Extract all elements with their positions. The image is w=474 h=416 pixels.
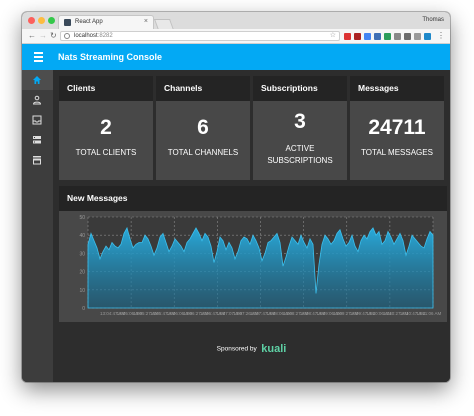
new-messages-chart: 5040302010013:04:47 AM13:05:06 AM13:05:2…: [79, 215, 441, 316]
info-icon[interactable]: [64, 33, 70, 39]
tab-close-icon[interactable]: ×: [144, 17, 148, 27]
card-value: 24711: [368, 116, 426, 139]
browser-window: React App × Thomas ← → ↻ localhost:8282 …: [22, 12, 450, 382]
url-port: :8282: [97, 33, 113, 39]
maximize-window-button[interactable]: [48, 17, 55, 24]
storage-icon: [33, 136, 41, 144]
card-header: Subscriptions: [253, 76, 347, 101]
main-content: Clients 2 TOTAL CLIENTS Channels 6 TOTAL…: [53, 70, 450, 382]
new-messages-panel: New Messages 50 40 30 20 10 0 13:04:47 AM 13:05…: [59, 186, 447, 322]
person-icon: [32, 95, 42, 105]
sidebar-item-server[interactable]: [22, 150, 53, 170]
browser-tab[interactable]: React App ×: [58, 15, 154, 29]
extension-icon[interactable]: [414, 33, 421, 40]
url-text: localhost:8282: [74, 32, 113, 40]
subscriptions-card: Subscriptions 3 ACTIVE SUBSCRIPTIONS: [253, 76, 347, 180]
url-host: localhost: [74, 33, 98, 39]
card-value: 2: [100, 116, 112, 139]
card-label: TOTAL MESSAGES: [361, 148, 433, 157]
card-header: Channels: [156, 76, 250, 101]
minimize-window-button[interactable]: [38, 17, 45, 24]
back-arrow-icon[interactable]: ←: [28, 31, 36, 41]
sponsor-footer: Sponsored by kuali: [53, 340, 450, 358]
app-title: Nats Streaming Console: [58, 52, 163, 62]
hamburger-menu-icon[interactable]: [34, 52, 43, 62]
browser-menu-icon[interactable]: ⋮: [437, 31, 445, 41]
y-tick-label: 50: [79, 215, 85, 221]
card-title: Subscriptions: [261, 83, 318, 93]
extension-icon[interactable]: [364, 33, 371, 40]
card-value: 6: [197, 116, 209, 139]
card-header: Clients: [59, 76, 153, 101]
card-header: Messages: [350, 76, 444, 101]
y-tick-label: 30: [79, 251, 85, 257]
sidebar-item-subscriptions[interactable]: [22, 130, 53, 150]
sidebar: [22, 70, 53, 382]
extension-icon[interactable]: [354, 33, 361, 40]
y-tick-label: 10: [79, 288, 85, 294]
bookmark-star-icon[interactable]: ☆: [330, 32, 336, 40]
forward-arrow-icon[interactable]: →: [39, 31, 47, 41]
card-label: TOTAL CHANNELS: [167, 148, 239, 157]
clients-card: Clients 2 TOTAL CLIENTS: [59, 76, 153, 180]
card-title: Channels: [164, 83, 203, 93]
card-value: 3: [294, 110, 306, 133]
reload-icon[interactable]: ↻: [50, 31, 57, 41]
sidebar-item-clients[interactable]: [22, 90, 53, 110]
extension-icon[interactable]: [404, 33, 411, 40]
tab-strip: React App × Thomas: [22, 12, 450, 30]
address-bar[interactable]: localhost:8282 ☆: [60, 31, 340, 41]
x-tick-label: 13:11:06 AM: [416, 311, 441, 316]
browser-toolbar: ← → ↻ localhost:8282 ☆ ⋮: [22, 29, 450, 44]
messages-card: Messages 24711 TOTAL MESSAGES: [350, 76, 444, 180]
card-label: TOTAL CLIENTS: [75, 148, 137, 157]
card-label: ACTIVE SUBSCRIPTIONS: [253, 143, 347, 167]
app-bar: Nats Streaming Console: [22, 44, 450, 70]
store-icon: [33, 156, 41, 165]
tab-title: React App: [75, 19, 103, 25]
panel-title: New Messages: [67, 193, 128, 203]
profile-name[interactable]: Thomas: [422, 16, 444, 25]
sidebar-item-channels[interactable]: [22, 110, 53, 130]
kuali-logo[interactable]: kuali: [261, 343, 286, 355]
sidebar-item-home[interactable]: [22, 70, 53, 90]
y-tick-label: 40: [79, 233, 85, 239]
channels-card: Channels 6 TOTAL CHANNELS: [156, 76, 250, 180]
sponsor-text: Sponsored by: [216, 345, 257, 353]
close-window-button[interactable]: [28, 17, 35, 24]
extension-icon[interactable]: [374, 33, 381, 40]
card-label-line: SUBSCRIPTIONS: [267, 156, 333, 165]
y-tick-label: 20: [79, 270, 85, 276]
card-label-line: ACTIVE: [285, 144, 315, 153]
panel-header: New Messages: [59, 186, 447, 211]
extension-icon[interactable]: [384, 33, 391, 40]
extension-icon[interactable]: [394, 33, 401, 40]
home-icon: [33, 76, 41, 84]
inbox-icon: [32, 115, 42, 125]
favicon-icon: [64, 19, 71, 26]
card-title: Messages: [358, 83, 399, 93]
extension-icon[interactable]: [424, 33, 431, 40]
card-title: Clients: [67, 83, 96, 93]
extension-icon[interactable]: [344, 33, 351, 40]
y-tick-label: 0: [82, 306, 85, 312]
